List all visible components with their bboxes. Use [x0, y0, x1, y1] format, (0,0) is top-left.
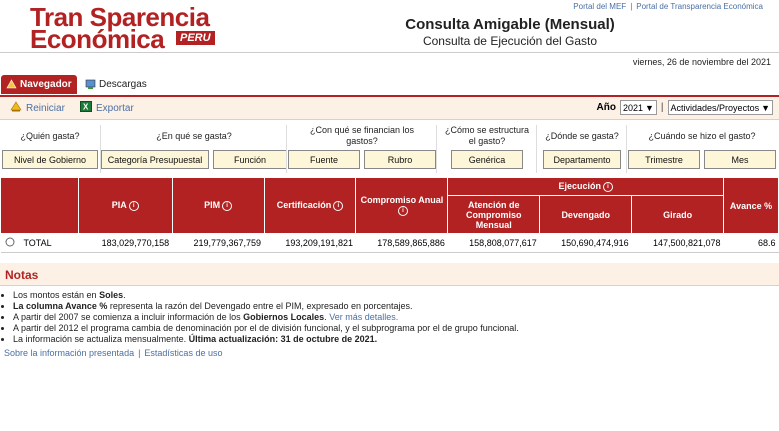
notes-title: Notas [0, 263, 779, 286]
downloads-icon [85, 79, 96, 90]
row-label: TOTAL [20, 233, 79, 253]
nivel-gobierno-button[interactable]: Nivel de Gobierno [2, 150, 98, 169]
rubro-button[interactable]: Rubro [364, 150, 436, 169]
cell-certificacion: 193,209,191,821 [264, 233, 356, 253]
info-icon[interactable]: i [128, 200, 139, 211]
cell-compromiso: 178,589,865,886 [355, 233, 448, 253]
info-icon[interactable]: i [222, 200, 233, 211]
note-item: La columna Avance % representa la razón … [13, 301, 779, 312]
question-cuando: ¿Cuándo se hizo el gasto? Trimestre Mes [626, 125, 777, 173]
portal-mef-link[interactable]: Portal del MEF [573, 2, 626, 11]
tab-bar: Navegador Descargas [0, 75, 779, 97]
question-en-que: ¿En qué se gasta? Categoría Presupuestal… [100, 125, 287, 173]
excel-icon: X [80, 101, 92, 115]
year-value: 2021 [622, 102, 643, 113]
generica-button[interactable]: Genérica [451, 150, 523, 169]
tab-navegador-label: Navegador [20, 79, 72, 90]
note-item: Los montos están en Soles. [13, 290, 779, 301]
header-pia[interactable]: PIA i [77, 177, 173, 234]
reset-icon [10, 101, 22, 115]
header-blank [0, 177, 79, 234]
notes-section: Notas Los montos están en Soles. La colu… [0, 263, 779, 358]
ver-mas-link[interactable]: Ver más detalles. [329, 312, 398, 322]
fuente-button[interactable]: Fuente [288, 150, 360, 169]
view-value: Actividades/Proyectos [670, 102, 760, 113]
question-con-que: ¿Con qué se financian los gastos? Fuente… [286, 125, 437, 173]
departamento-button[interactable]: Departamento [543, 150, 621, 169]
table-row: TOTAL 183,029,770,158 219,779,367,759 19… [0, 233, 779, 253]
question-label: ¿Con qué se financian los gastos? [309, 125, 415, 146]
cell-pia: 183,029,770,158 [78, 233, 173, 253]
question-label: ¿Cuándo se hizo el gasto? [648, 130, 756, 141]
header-devengado[interactable]: Devengado [539, 195, 633, 234]
cell-pim: 219,779,367,759 [172, 233, 265, 253]
toolbar: Reiniciar X Exportar Año 2021 ▼ | Activid… [0, 97, 779, 120]
notes-list: Los montos están en Soles. La columna Av… [0, 290, 779, 345]
estadisticas-link[interactable]: Estadísticas de uso [144, 348, 222, 358]
portal-transparencia-link[interactable]: Portal de Transparencia Económica [636, 2, 763, 11]
question-label: ¿Quién gasta? [20, 130, 80, 141]
info-icon[interactable]: i [333, 200, 344, 211]
sobre-informacion-link[interactable]: Sobre la información presentada [4, 348, 134, 358]
year-label: Año [596, 102, 616, 113]
transparencia-logo[interactable]: Tran Sparencia Económica PERU [30, 2, 220, 54]
funcion-button[interactable]: Función [213, 150, 287, 169]
tab-descargas-label: Descargas [99, 79, 147, 90]
current-date: viernes, 26 de noviembre del 2021 [632, 57, 771, 67]
header-ejecucion[interactable]: Ejecución i [447, 177, 725, 196]
cell-devengado: 150,690,474,916 [539, 233, 632, 253]
cell-avance: 68.6 [723, 233, 779, 253]
mes-button[interactable]: Mes [704, 150, 776, 169]
question-label: ¿Dónde se gasta? [545, 130, 619, 141]
tab-navegador[interactable]: Navegador [1, 75, 77, 94]
note-item: La información se actualiza mensualmente… [13, 334, 779, 345]
question-row: ¿Quién gasta? Nivel de Gobierno ¿En qué … [0, 125, 779, 173]
navigator-icon [6, 79, 17, 90]
notes-footer: Sobre la información presentada | Estadíst… [4, 348, 223, 358]
row-radio[interactable] [0, 233, 21, 253]
info-icon[interactable]: i [397, 205, 408, 216]
note-item: A partir del 2007 se comienza a incluir … [13, 312, 779, 323]
top-links: Portal del MEF | Portal de Transparencia E… [573, 2, 763, 11]
trimestre-button[interactable]: Trimestre [628, 150, 700, 169]
year-select[interactable]: 2021 ▼ [619, 100, 657, 115]
tab-descargas[interactable]: Descargas [80, 75, 152, 94]
reset-button[interactable]: Reiniciar [10, 101, 65, 115]
logo-badge: PERU [176, 31, 215, 45]
header-pim[interactable]: PIM i [171, 177, 265, 234]
page-title: Consulta Amigable (Mensual) [405, 16, 615, 33]
header-certificacion[interactable]: Certificación i [263, 177, 357, 234]
header-girado[interactable]: Girado [631, 195, 725, 234]
page-titles: Consulta Amigable (Mensual) Consulta de … [330, 16, 690, 48]
note-item: A partir del 2012 el programa cambia de … [13, 323, 779, 334]
question-donde: ¿Dónde se gasta? Departamento [536, 125, 627, 173]
categoria-presupuestal-button[interactable]: Categoría Presupuestal [101, 150, 209, 169]
cell-girado: 147,500,821,078 [631, 233, 724, 253]
info-icon[interactable]: i [602, 181, 613, 192]
page-subtitle: Consulta de Ejecución del Gasto [422, 34, 598, 48]
header-avance[interactable]: Avance % [723, 177, 779, 234]
question-label: ¿En qué se gasta? [156, 130, 232, 141]
reset-label: Reiniciar [26, 102, 65, 114]
export-button[interactable]: X Exportar [80, 101, 134, 115]
question-como: ¿Cómo se estructura el gasto? Genérica [436, 125, 537, 173]
svg-text:X: X [83, 103, 89, 112]
view-select[interactable]: Actividades/Proyectos ▼ [667, 100, 773, 115]
cell-atencion: 158,808,077,617 [447, 233, 540, 253]
chevron-down-icon: ▼ [761, 102, 770, 113]
logo-line2: Económica [30, 24, 165, 54]
question-quien: ¿Quién gasta? Nivel de Gobierno [0, 125, 100, 173]
results-table: PIA i PIM i Certificación i Compromiso Anua… [0, 177, 779, 253]
year-selector-group: Año 2021 ▼ | Actividades/Proyectos ▼ [597, 100, 773, 115]
header-atencion[interactable]: Atención de Compromiso Mensual [447, 195, 541, 234]
chevron-down-icon: ▼ [645, 102, 654, 113]
question-label: ¿Cómo se estructura el gasto? [444, 125, 530, 146]
header-compromiso[interactable]: Compromiso Anuali [355, 177, 449, 234]
export-label: Exportar [96, 102, 134, 114]
page-header: Tran Sparencia Económica PERU Portal del… [0, 0, 779, 54]
